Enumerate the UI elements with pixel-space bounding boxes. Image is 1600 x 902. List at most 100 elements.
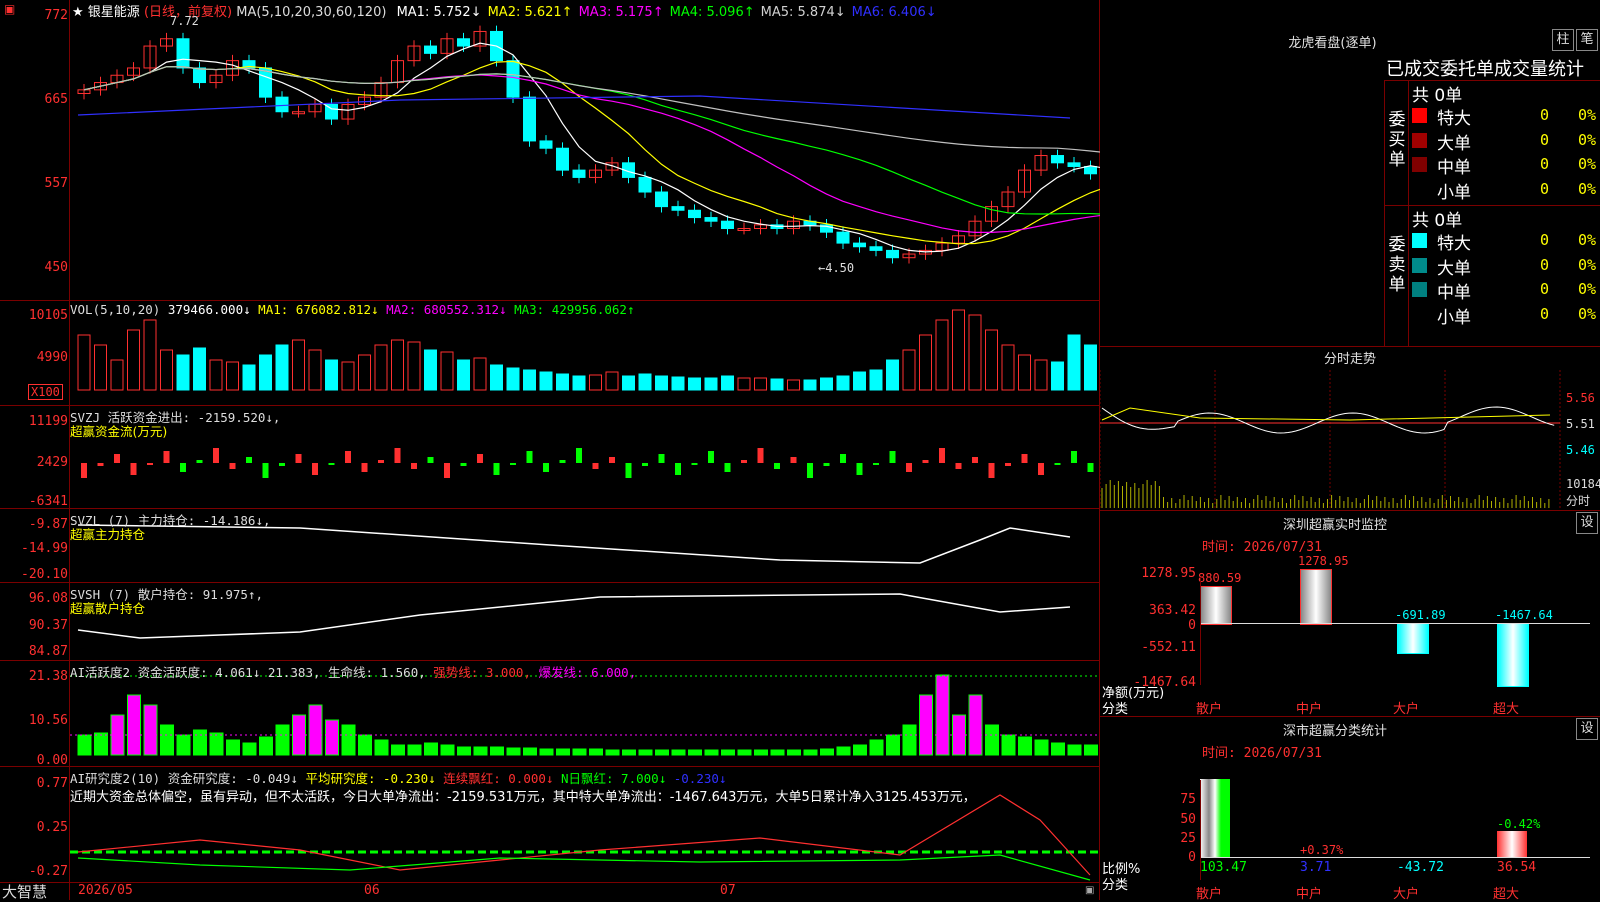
candle: [721, 220, 734, 230]
order-volume: 0: [1540, 304, 1550, 323]
activity-bar: [704, 749, 719, 756]
active-axis-label: 21.38: [28, 669, 68, 684]
dragon-subtitle: 已成交委托单成交量统计: [1386, 59, 1584, 80]
price-axis-label: 557: [44, 176, 68, 191]
star-icon[interactable]: ★: [72, 5, 84, 20]
activity-bar: [473, 746, 488, 756]
price-header: ★ 银星能源 (日线，前复权) MA(5,10,20,30,60,120) MA…: [72, 1, 937, 20]
volume-bar: [688, 377, 701, 391]
volume-bar: [242, 364, 256, 391]
order-type-name: 中单: [1437, 283, 1471, 303]
volume-bar: [209, 359, 223, 391]
price-axis-label: 450: [44, 260, 68, 275]
order-volume: 0: [1540, 130, 1550, 149]
stats-bar[interactable]: [1497, 831, 1527, 857]
fund-flow-bar: [873, 463, 879, 465]
research-line: [77, 794, 1091, 876]
order-volume: 0: [1540, 231, 1550, 249]
fund-flow-bar: [1038, 463, 1044, 475]
monitor-category: 超大: [1493, 702, 1520, 717]
order-percent: 0%: [1578, 179, 1597, 198]
volume-bar: [374, 344, 388, 391]
activity-bar: [539, 748, 554, 756]
fund-flow-bar: [328, 463, 335, 465]
fund-flow-bar: [955, 463, 962, 469]
tick-mode-button[interactable]: 笔: [1576, 29, 1598, 51]
vol-unit-button[interactable]: X100: [28, 384, 63, 400]
svzj-axis-label: 2429: [36, 455, 68, 470]
fund-flow-bar: [97, 463, 104, 466]
monitor-settings-button[interactable]: 设: [1576, 512, 1598, 534]
monitor-bar[interactable]: [1300, 569, 1332, 625]
activity-bar: [358, 734, 372, 756]
fund-flow-bar: [378, 460, 384, 463]
order-type-swatch: [1412, 108, 1427, 123]
lock-icon[interactable]: ▣: [1085, 885, 1094, 896]
order-type-name: 小单: [1437, 182, 1471, 203]
activity-bar: [556, 748, 570, 756]
svzj-axis-label: 11199: [28, 414, 68, 429]
fund-flow-bar: [559, 460, 566, 463]
activity-bar: [952, 714, 966, 756]
fund-flow-bar: [724, 463, 731, 472]
intraday-vol-label: 10184: [1566, 477, 1600, 491]
svsh-subtitle: 超赢散户持仓: [70, 601, 146, 616]
stats-axis-label: 50: [1180, 812, 1196, 827]
activity-bar: [869, 739, 884, 756]
low-price-mark: ←4.50: [818, 261, 855, 275]
activity-bar: [853, 744, 867, 756]
stats-settings-button[interactable]: 设: [1576, 718, 1598, 740]
fund-flow-bar: [576, 448, 582, 463]
order-type-swatch: [1412, 257, 1427, 273]
stats-category: 大户: [1393, 887, 1420, 902]
activity-bar: [1084, 744, 1098, 756]
volume-bar: [605, 371, 619, 391]
activity-bar: [391, 744, 405, 756]
volume-bar: [325, 359, 338, 391]
volume-bar: [919, 334, 932, 391]
volume-bar: [572, 375, 586, 391]
fund-flow-bar: [1054, 463, 1061, 465]
activity-bar: [127, 694, 141, 756]
fund-flow-bar: [526, 451, 533, 463]
candle: [655, 191, 668, 208]
activity-bar: [1067, 744, 1082, 756]
fund-flow-bar: [444, 463, 450, 478]
candle: [638, 176, 652, 193]
kline-chart-canvas[interactable]: [0, 0, 1100, 900]
volume-bar: [655, 375, 668, 391]
monitor-bar[interactable]: [1200, 586, 1232, 625]
activity-bar: [787, 749, 801, 756]
svzj-axis-label: -6341: [28, 494, 68, 509]
order-type-swatch: [1412, 181, 1427, 197]
volume-bar: [836, 375, 850, 391]
volume-bar: [341, 361, 355, 391]
volume-bar: [820, 377, 833, 391]
activity-bar: [292, 714, 306, 756]
activity-bar: [655, 749, 669, 756]
volume-bar: [176, 354, 190, 391]
volume-bar: [275, 344, 289, 391]
volume-bar: [589, 374, 602, 391]
research-axis-label: 0.77: [36, 776, 68, 791]
fund-flow-bar: [279, 463, 285, 466]
volume-bar: [902, 349, 916, 391]
bar-mode-button[interactable]: 柱: [1552, 29, 1574, 51]
ma-line: [77, 95, 1071, 119]
stats-bar[interactable]: [1200, 779, 1230, 857]
activity-bar: [902, 724, 917, 756]
vol-axis-label: 10105: [28, 308, 68, 323]
stats-value: 3.71: [1300, 860, 1332, 875]
volume-bar: [952, 309, 965, 391]
monitor-bar[interactable]: [1397, 623, 1429, 655]
candle: [506, 60, 520, 98]
volume-bar: [523, 369, 536, 391]
candle: [176, 38, 190, 69]
x-axis-label: 07: [720, 883, 736, 898]
order-percent: 0%: [1578, 155, 1597, 173]
fund-flow-bar: [807, 463, 813, 478]
svzl-axis-label: -14.99: [21, 541, 68, 556]
activity-bar: [886, 734, 900, 756]
volume-bar: [143, 319, 157, 391]
monitor-bar[interactable]: [1497, 623, 1529, 687]
